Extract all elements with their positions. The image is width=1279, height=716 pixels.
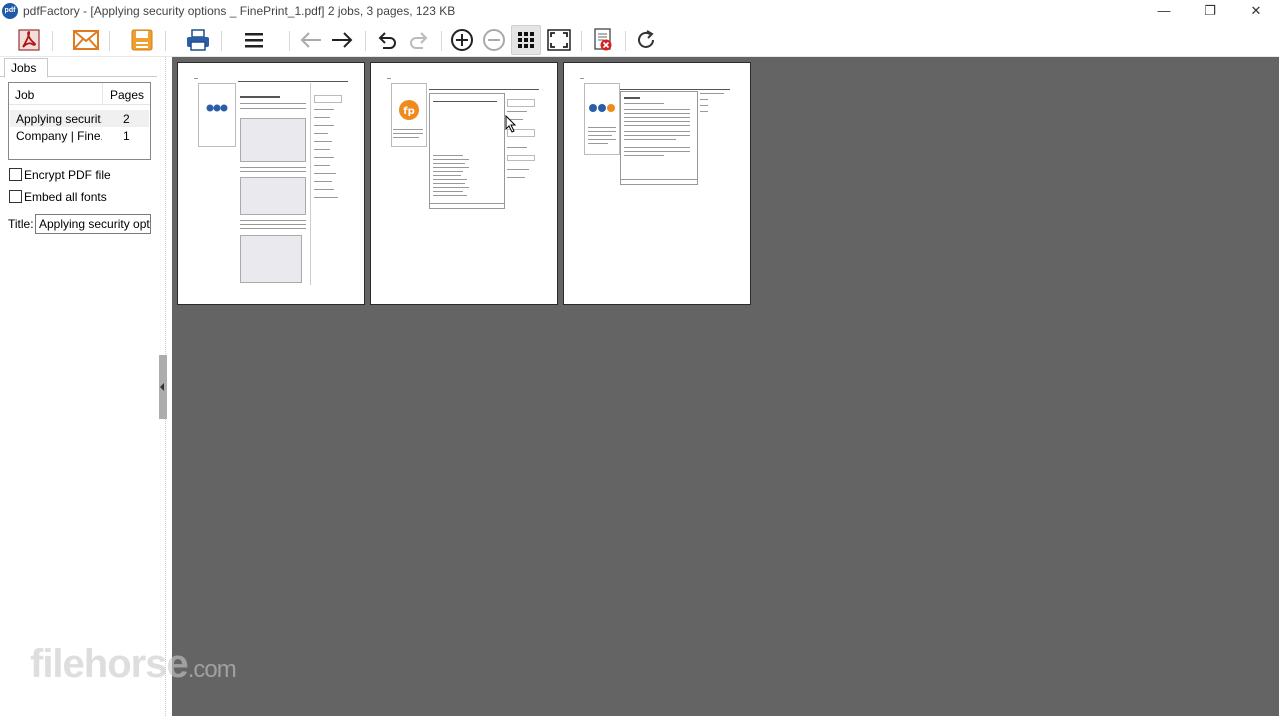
- redo-button[interactable]: [404, 25, 434, 55]
- fineprint-logo-icon: [206, 104, 228, 112]
- refresh-button[interactable]: [631, 25, 661, 55]
- encrypt-pdf-label[interactable]: Encrypt PDF file: [24, 168, 111, 182]
- column-header-pages[interactable]: Pages: [110, 88, 144, 102]
- zoom-in-button[interactable]: [447, 25, 477, 55]
- job-name: Applying securit...: [16, 112, 102, 126]
- delete-pages-button[interactable]: [588, 25, 618, 55]
- page-thumbnail-1[interactable]: [177, 62, 365, 305]
- hamburger-menu-icon: [245, 33, 263, 48]
- envelope-icon: [73, 30, 99, 50]
- job-name: Company | Fine...: [16, 129, 102, 143]
- undo-button[interactable]: [372, 25, 402, 55]
- collapse-panel-handle[interactable]: [159, 355, 167, 419]
- acrobat-icon: [18, 29, 40, 51]
- title-bar: pdf pdfFactory - [Applying security opti…: [0, 0, 1279, 23]
- toolbar: [0, 23, 1279, 57]
- thumbnails-view-button[interactable]: [511, 25, 541, 55]
- grid-icon: [518, 32, 534, 48]
- email-button[interactable]: [71, 25, 101, 55]
- page-thumbnail-3[interactable]: [563, 62, 751, 305]
- tab-jobs[interactable]: Jobs: [4, 58, 48, 78]
- jobs-list: Job Pages Applying securit... 2 Company …: [8, 82, 151, 160]
- restore-button[interactable]: ❐: [1187, 0, 1233, 23]
- arrow-right-icon: [332, 32, 353, 48]
- job-pages: 2: [123, 112, 130, 126]
- title-input[interactable]: Applying security option: [35, 214, 151, 234]
- embed-fonts-label[interactable]: Embed all fonts: [24, 190, 107, 204]
- jobs-panel: Jobs Job Pages Applying securit... 2 Com…: [0, 57, 157, 716]
- job-row[interactable]: Applying securit... 2: [10, 110, 149, 127]
- page-viewer: fp: [172, 57, 1279, 716]
- title-label: Title:: [8, 217, 34, 231]
- refresh-icon: [638, 30, 654, 48]
- close-button[interactable]: ✕: [1233, 0, 1279, 23]
- arrow-left-icon: [300, 32, 321, 48]
- menu-button[interactable]: [239, 25, 269, 55]
- svg-text:fp: fp: [403, 106, 415, 117]
- undo-icon: [378, 32, 396, 49]
- fp-logo-icon: fp: [399, 100, 419, 120]
- panel-tabs: Jobs: [0, 57, 157, 78]
- delete-document-icon: [594, 28, 612, 51]
- floppy-disk-icon: [131, 29, 153, 51]
- mouse-cursor-icon: [505, 115, 517, 133]
- zoom-out-icon: [483, 29, 505, 51]
- embed-fonts-checkbox[interactable]: [9, 190, 22, 203]
- encrypt-pdf-checkbox[interactable]: [9, 168, 22, 181]
- fit-page-button[interactable]: [544, 25, 574, 55]
- panel-splitter[interactable]: [157, 57, 172, 716]
- zoom-out-button[interactable]: [479, 25, 509, 55]
- job-pages: 1: [123, 129, 130, 143]
- jobs-list-header: Job Pages: [9, 83, 150, 105]
- page-thumbnail-2[interactable]: fp: [370, 62, 558, 305]
- redo-icon: [410, 32, 428, 49]
- save-button[interactable]: [127, 25, 157, 55]
- filehorse-watermark: filehorse.com: [30, 642, 237, 686]
- column-header-job[interactable]: Job: [15, 88, 34, 102]
- print-button[interactable]: [183, 25, 213, 55]
- job-row[interactable]: Company | Fine... 1: [10, 127, 149, 144]
- previous-page-button[interactable]: [296, 25, 326, 55]
- fullscreen-icon: [547, 29, 571, 51]
- minimize-button[interactable]: —: [1141, 0, 1187, 23]
- zoom-in-icon: [451, 29, 473, 51]
- window-title: pdfFactory - [Applying security options …: [23, 4, 456, 18]
- printer-icon: [187, 29, 209, 51]
- next-page-button[interactable]: [327, 25, 357, 55]
- pdffactory-app-icon: pdf: [2, 3, 18, 19]
- save-as-pdf-button[interactable]: [14, 25, 44, 55]
- fineprint-logo-icon: [589, 104, 615, 112]
